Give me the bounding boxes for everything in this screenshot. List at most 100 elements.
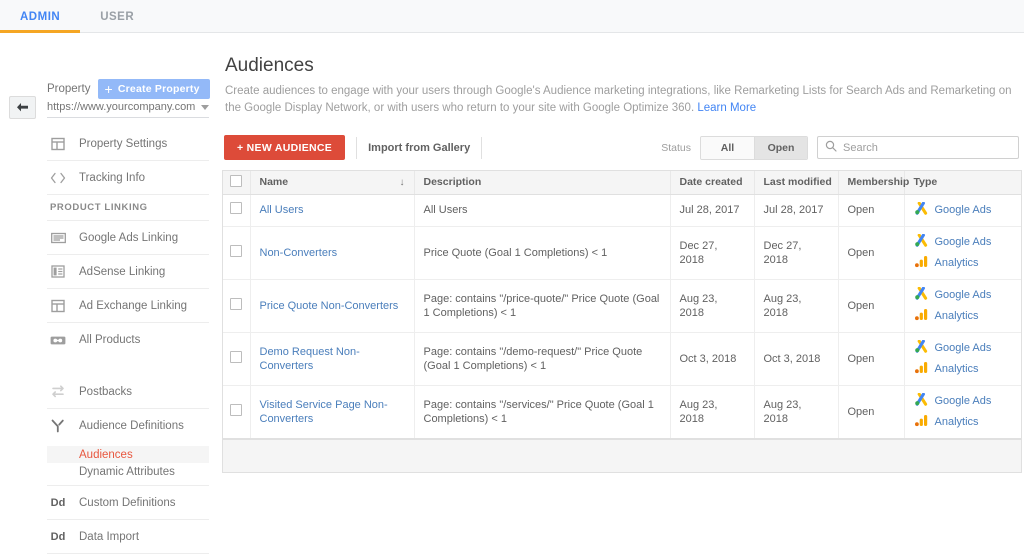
audience-name-link[interactable]: All Users (250, 194, 415, 227)
create-property-button[interactable]: + Create Property (98, 79, 210, 99)
status-filter-open[interactable]: Open (754, 136, 807, 159)
row-checkbox[interactable] (230, 350, 243, 363)
audience-definitions-icon (50, 418, 66, 434)
audience-type-item[interactable]: Analytics (914, 306, 1013, 327)
column-header-name[interactable]: Name ↓ (250, 171, 415, 195)
select-all-checkbox[interactable] (230, 174, 243, 187)
learn-more-link[interactable]: Learn More (697, 102, 756, 114)
row-checkbox[interactable] (230, 403, 243, 416)
table-body: All Users All Users Jul 28, 2017 Jul 28, 20… (223, 194, 1021, 439)
column-header-last-modified[interactable]: Last modified (754, 171, 839, 195)
audience-type-item[interactable]: Google Ads (914, 232, 1013, 253)
column-header-membership[interactable]: Membership (838, 171, 909, 195)
audience-date-created: Oct 3, 2018 (670, 332, 755, 386)
page-title: Audiences (225, 55, 314, 76)
create-property-label: Create Property (117, 83, 200, 95)
audience-membership: Open (838, 332, 905, 386)
audience-name-link[interactable]: Demo Request Non-Converters (250, 332, 415, 386)
sidebar-item-tracking-info[interactable]: Tracking Info (47, 161, 209, 195)
row-checkbox[interactable] (230, 244, 243, 257)
google-analytics-icon (914, 255, 929, 272)
sidebar-item-label: Tracking Info (79, 171, 146, 184)
new-audience-button[interactable]: + NEW AUDIENCE (224, 135, 346, 160)
audience-type-item[interactable]: Google Ads (914, 200, 1013, 221)
google-ads-icon (914, 392, 929, 410)
row-checkbox[interactable] (230, 297, 243, 310)
sidebar-item-ad-exchange-linking[interactable]: Ad Exchange Linking (47, 289, 209, 323)
audience-type-item[interactable]: Analytics (914, 359, 1013, 380)
property-selector-value: https://www.yourcompany.com (47, 101, 196, 113)
toolbar-right-group: Status All Open (661, 135, 1022, 160)
audience-name-link[interactable]: Non-Converters (250, 226, 415, 280)
sidebar-item-audience-definitions[interactable]: Audience Definitions (47, 409, 209, 443)
sidebar-item-postbacks[interactable]: Postbacks (47, 375, 209, 409)
column-header-type[interactable]: Type (904, 171, 1021, 195)
sidebar-item-label: Custom Definitions (79, 496, 176, 509)
audience-last-modified: Aug 23, 2018 (754, 279, 839, 333)
audience-name-link[interactable]: Visited Service Page Non-Converters (250, 385, 415, 439)
sidebar-subitem-audiences[interactable]: Audiences (47, 446, 209, 463)
row-select-cell (223, 332, 251, 386)
sidebar-item-label: Audience Definitions (79, 420, 184, 432)
sidebar-item-label: Google Ads Linking (79, 231, 179, 244)
audience-type-item[interactable]: Analytics (914, 253, 1013, 274)
audience-description: Page: contains "/services/" Price Quote … (414, 385, 671, 439)
sidebar-item-google-ads-linking[interactable]: Google Ads Linking (47, 221, 209, 255)
ad-exchange-linking-icon (50, 298, 66, 314)
sidebar-item-adsense-linking[interactable]: AdSense Linking (47, 255, 209, 289)
status-filter-all[interactable]: All (701, 136, 754, 159)
sidebar-item-all-products[interactable]: All Products (47, 323, 209, 357)
table-row: All Users All Users Jul 28, 2017 Jul 28, 20… (223, 194, 1021, 227)
sidebar-item-property-settings[interactable]: Property Settings (47, 127, 209, 161)
google-ads-icon (914, 286, 929, 304)
postbacks-icon (50, 384, 66, 400)
page-description: Create audiences to engage with your use… (225, 83, 1020, 117)
audience-type-label: Google Ads (934, 204, 992, 216)
audience-date-created: Aug 23, 2018 (670, 279, 755, 333)
audience-description: Page: contains "/price-quote/" Price Quo… (414, 279, 671, 333)
audience-type-item[interactable]: Analytics (914, 412, 1013, 433)
audience-type-cell: Google Ads Analytics (904, 332, 1021, 386)
audience-type-item[interactable]: Google Ads (914, 391, 1013, 412)
data-import-icon: Dd (50, 530, 66, 543)
table-row: Non-Converters Price Quote (Goal 1 Comple… (223, 226, 1021, 280)
select-all-header (223, 171, 251, 195)
property-selector[interactable]: https://www.yourcompany.com (47, 101, 209, 118)
sidebar-item-label: Property Settings (79, 137, 168, 150)
audience-membership: Open (838, 385, 905, 439)
google-ads-icon (914, 201, 929, 219)
all-products-icon (50, 332, 66, 348)
tab-user[interactable]: USER (80, 0, 154, 33)
audience-type-item[interactable]: Google Ads (914, 338, 1013, 359)
audience-name-link[interactable]: Price Quote Non-Converters (250, 279, 415, 333)
sidebar-subitem-dynamic-attributes[interactable]: Dynamic Attributes (47, 463, 209, 480)
google-ads-icon (914, 233, 929, 251)
tab-admin[interactable]: ADMIN (0, 0, 81, 33)
sidebar-item-data-import[interactable]: Dd Data Import (47, 520, 209, 554)
google-ads-icon (914, 339, 929, 357)
table-row: Visited Service Page Non-Converters Page:… (223, 385, 1021, 439)
search-box[interactable] (817, 136, 1019, 159)
import-from-gallery-button[interactable]: Import from Gallery (368, 142, 470, 154)
audience-type-item[interactable]: Google Ads (914, 285, 1013, 306)
code-brackets-icon (50, 170, 66, 186)
back-button[interactable] (9, 96, 36, 119)
custom-definitions-icon: Dd (50, 496, 66, 509)
status-label: Status (661, 141, 691, 154)
sidebar-item-label: Postbacks (79, 385, 133, 398)
sidebar-section-product-linking: PRODUCT LINKING (47, 195, 209, 221)
column-header-date-created[interactable]: Date created (670, 171, 755, 195)
audience-membership: Open (838, 279, 905, 333)
sidebar-item-custom-definitions[interactable]: Dd Custom Definitions (47, 486, 209, 520)
row-select-cell (223, 385, 251, 439)
audience-membership: Open (838, 194, 905, 227)
column-header-description[interactable]: Description (414, 171, 671, 195)
table-head: Name ↓ Description Date created Last mod… (223, 171, 1021, 195)
plus-icon: + (104, 81, 113, 97)
audience-type-cell: Google Ads Analytics (904, 279, 1021, 333)
row-checkbox[interactable] (230, 202, 243, 214)
search-input[interactable] (843, 141, 1011, 154)
audience-description: Page: contains "/demo-request/" Price Qu… (414, 332, 671, 386)
audience-type-label: Analytics (934, 310, 979, 322)
